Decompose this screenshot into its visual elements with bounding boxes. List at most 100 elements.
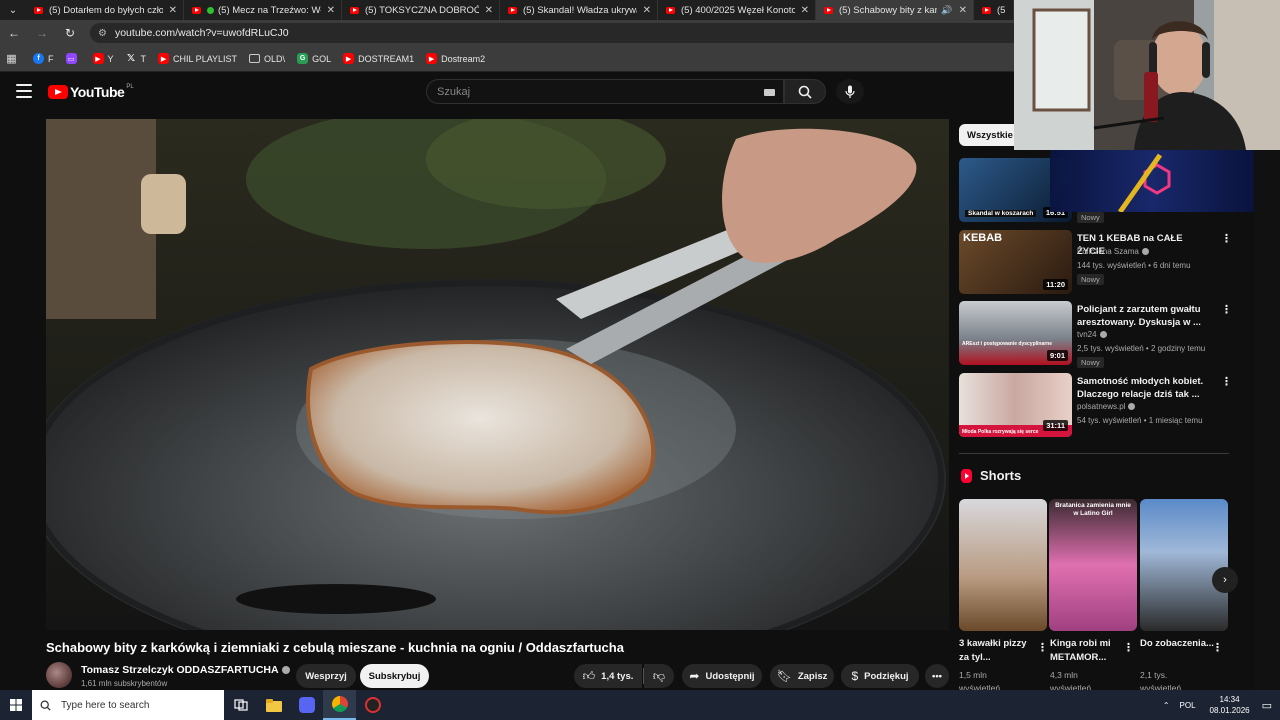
back-arrow-icon[interactable]: ← (0, 26, 28, 40)
thumbnail-caption: AREszt i postępowanie dyscyplinarne (962, 341, 1053, 347)
save-button[interactable]: 🔖︎ Zapisz (770, 664, 834, 688)
thumbs-up-icon: 👍︎ (582, 668, 596, 683)
tab-close-icon[interactable]: ✕ (643, 5, 651, 16)
youtube-favicon-icon (350, 6, 359, 14)
notifications-icon[interactable]: ▭ (1262, 699, 1272, 712)
youtube-logo[interactable]: YouTube PL (48, 84, 134, 100)
video-thumbnail[interactable]: KEBAB 11:20 (959, 230, 1072, 294)
browser-tab-active[interactable]: (5) Schabowy bity z karków🔊 ✕ (816, 0, 974, 20)
taskbar-search-placeholder: Type here to search (61, 699, 150, 711)
clock[interactable]: 14:34 08.01.2026 (1210, 694, 1250, 716)
discord-icon[interactable] (290, 690, 323, 720)
url-text: youtube.com/watch?v=uwofdRLuCJ0 (114, 27, 289, 39)
new-badge: Nowy (1077, 212, 1104, 223)
more-vertical-icon[interactable]: ⋮ (1221, 232, 1232, 245)
browser-tab[interactable]: (5) 400/2025 Węzeł Konotopa ✕ (658, 0, 816, 20)
tab-close-icon[interactable]: ✕ (485, 5, 493, 16)
search-icon (40, 700, 51, 711)
keyboard-icon[interactable] (764, 89, 775, 96)
tab-close-icon[interactable]: ✕ (801, 5, 809, 16)
bookmark-dostream1[interactable]: ▶ DOSTREAM1 (343, 53, 414, 64)
hamburger-menu-icon[interactable] (16, 84, 32, 98)
bookmark-x[interactable]: 𝕏T (126, 53, 146, 64)
video-thumbnail[interactable]: Młoda Polka rozrywają się serce 31:11 (959, 373, 1072, 437)
tab-close-icon[interactable]: ✕ (959, 5, 967, 16)
file-explorer-icon[interactable] (257, 690, 290, 720)
more-vertical-icon[interactable]: ⋮ (1221, 375, 1232, 388)
shorts-icon (961, 468, 972, 483)
chrome-icon[interactable] (323, 690, 356, 720)
recommendation-channel[interactable]: Policzona Szama (1077, 247, 1149, 256)
tab-close-icon[interactable]: ✕ (169, 5, 177, 16)
browser-tab[interactable]: (5 (974, 0, 1014, 20)
bookmark-chil-playlist[interactable]: ▶ CHIL PLAYLIST (158, 53, 237, 64)
verified-icon (1099, 331, 1107, 339)
video-thumbnail[interactable]: AREszt i postępowanie dyscyplinarne 9:01 (959, 301, 1072, 365)
channel-text: polsatnews.pl (1077, 402, 1126, 411)
tab-close-icon[interactable]: ✕ (327, 5, 335, 16)
channel-avatar[interactable] (46, 662, 72, 688)
bookmark-label: Y (107, 53, 114, 64)
shorts-next-arrow-icon[interactable]: › (1212, 567, 1238, 593)
more-horizontal-icon: ••• (932, 670, 942, 682)
recommendation-item[interactable]: KEBAB 11:20 TEN 1 KEBAB na CAŁE ŻYCIE Po… (959, 230, 1232, 294)
forward-arrow-icon[interactable]: → (28, 26, 56, 40)
filter-chip-all[interactable]: Wszystkie (959, 124, 1021, 146)
like-button[interactable]: 👍︎ 1,4 tys. (574, 664, 642, 688)
tab-search-chevron-icon[interactable]: ⌄ (0, 0, 26, 20)
channel-name[interactable]: Tomasz Strzelczyk ODDASZFARTUCHA (81, 664, 290, 676)
gol-icon: G (297, 53, 309, 64)
bookmark-youtube[interactable]: ▶ Y (92, 53, 114, 64)
short-thumbnail[interactable]: Bratanica zamienia mnie w Latino Girl (1049, 499, 1137, 631)
dislike-button[interactable]: 👎︎ (644, 664, 674, 688)
verified-icon (1128, 403, 1136, 411)
browser-tab[interactable]: (5) Mecz na Trzeźwo: Włosk ✕ (184, 0, 342, 20)
recommendation-title[interactable]: Policjant z zarzutem gwałtu aresztowany.… (1077, 303, 1205, 329)
more-vertical-icon[interactable]: ⋮ (1123, 641, 1134, 654)
task-view-icon[interactable] (224, 690, 257, 720)
url-input[interactable]: ⚙ youtube.com/watch?v=uwofdRLuCJ0 (90, 23, 1090, 43)
video-player[interactable] (46, 119, 949, 630)
more-vertical-icon[interactable]: ⋮ (1212, 641, 1223, 654)
thumbnail-caption: Młoda Polka rozrywają się serce (962, 429, 1039, 435)
bookmark-twitch[interactable]: ▭ (65, 53, 81, 64)
search-input[interactable]: Szukaj (426, 79, 784, 104)
bookmark-gol[interactable]: G GOL (297, 53, 331, 64)
recommendation-item[interactable]: AREszt i postępowanie dyscyplinarne 9:01… (959, 301, 1232, 368)
voice-search-button[interactable] (836, 79, 864, 104)
browser-tab[interactable]: (5) Dotarłem do byłych członk ✕ (26, 0, 184, 20)
speaker-icon[interactable]: 🔊 (941, 5, 952, 16)
more-actions-button[interactable]: ••• (925, 664, 949, 688)
windows-start-icon[interactable] (0, 690, 32, 720)
taskbar-search-input[interactable]: Type here to search (32, 690, 224, 720)
thanks-label: Podziękuj (864, 670, 909, 682)
recommendation-channel[interactable]: polsatnews.pl (1077, 402, 1136, 411)
bookmark-facebook[interactable]: fF (33, 53, 54, 64)
input-language[interactable]: POL (1180, 701, 1196, 710)
browser-tab[interactable]: (5) TOKSYCZNA DOBROĆ: Dlac ✕ (342, 0, 500, 20)
obs-icon[interactable] (356, 690, 389, 720)
more-vertical-icon[interactable]: ⋮ (1221, 303, 1232, 316)
recommendation-title[interactable]: Samotność młodych kobiet. Dlaczego relac… (1077, 375, 1205, 401)
short-thumbnail[interactable] (1140, 499, 1228, 631)
search-button[interactable] (784, 79, 826, 104)
bookmark-old-folder[interactable]: OLD\ (249, 54, 285, 64)
short-title[interactable]: Do zobaczenia... (1140, 637, 1216, 651)
share-button[interactable]: ➦ Udostępnij (682, 664, 762, 688)
short-thumbnail[interactable] (959, 499, 1047, 631)
subscribe-button[interactable]: Subskrybuj (360, 664, 429, 688)
site-info-icon[interactable]: ⚙ (98, 28, 107, 39)
support-button[interactable]: Wesprzyj (296, 664, 356, 688)
short-title[interactable]: Kinga robi mi METAMOR... (1050, 637, 1126, 665)
recommendation-channel[interactable]: tvn24 (1077, 330, 1107, 339)
bookmark-dostream2[interactable]: ▶ Dostream2 (426, 53, 485, 64)
more-vertical-icon[interactable]: ⋮ (1037, 641, 1048, 654)
browser-tab[interactable]: (5) Skandal! Władza ukrywała g ✕ (500, 0, 658, 20)
apps-grid-icon[interactable]: ▦ (6, 53, 21, 65)
short-title[interactable]: 3 kawałki pizzy za tyl... (959, 637, 1035, 665)
thanks-button[interactable]: $ Podziękuj (841, 664, 919, 688)
recommendation-item[interactable]: Młoda Polka rozrywają się serce 31:11 Sa… (959, 373, 1232, 437)
tab-title: (5 (997, 4, 1006, 16)
reload-icon[interactable]: ↻ (56, 26, 84, 40)
tray-chevron-icon[interactable]: ⌃ (1163, 701, 1170, 710)
